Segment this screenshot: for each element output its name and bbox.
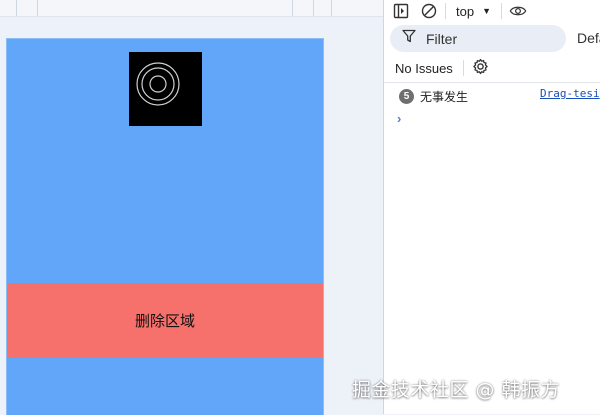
clear-console-icon[interactable] — [420, 2, 438, 20]
context-label: top — [456, 3, 475, 19]
sidebar-toggle-icon[interactable] — [392, 2, 410, 20]
issues-bar: No Issues — [384, 56, 600, 80]
triangle-down-icon: ▼ — [482, 6, 491, 16]
draggable-box[interactable] — [129, 52, 202, 126]
console-toolbar: top ▼ — [384, 0, 600, 22]
filter-input[interactable]: Filter — [390, 25, 566, 52]
ruler-bar — [0, 0, 384, 17]
console-log-entry: 5 无事发生 Drag-tesi — [399, 87, 600, 105]
gear-icon[interactable] — [472, 58, 489, 78]
toolbar-separator — [445, 3, 446, 19]
log-source-link[interactable]: Drag-tesi — [540, 87, 600, 100]
page-preview: 删除区域 — [0, 0, 384, 415]
console-prompt-chevron-icon[interactable]: › — [397, 111, 401, 126]
devtools-console-panel: top ▼ Filter Defa No Issues 5 无事发生 Drag-… — [384, 0, 600, 414]
context-selector[interactable]: top ▼ — [453, 4, 494, 19]
issues-label[interactable]: No Issues — [395, 61, 453, 76]
toolbar-separator — [501, 3, 502, 19]
delete-zone[interactable]: 删除区域 — [7, 283, 323, 358]
circle-target-icon — [136, 62, 180, 106]
mobile-viewport: 删除区域 — [6, 38, 324, 415]
eye-icon[interactable] — [509, 2, 527, 20]
filter-placeholder: Filter — [426, 30, 458, 47]
repeat-count-badge: 5 — [399, 88, 414, 104]
watermark: 掘金技术社区 @ 韩振方 — [352, 379, 561, 401]
delete-zone-label: 删除区域 — [134, 312, 195, 330]
default-levels-dropdown[interactable]: Defa — [577, 30, 600, 46]
toolbar-separator — [462, 60, 464, 76]
log-message: 无事发生 — [420, 89, 469, 104]
console-divider — [384, 82, 600, 83]
filter-icon — [402, 29, 416, 48]
